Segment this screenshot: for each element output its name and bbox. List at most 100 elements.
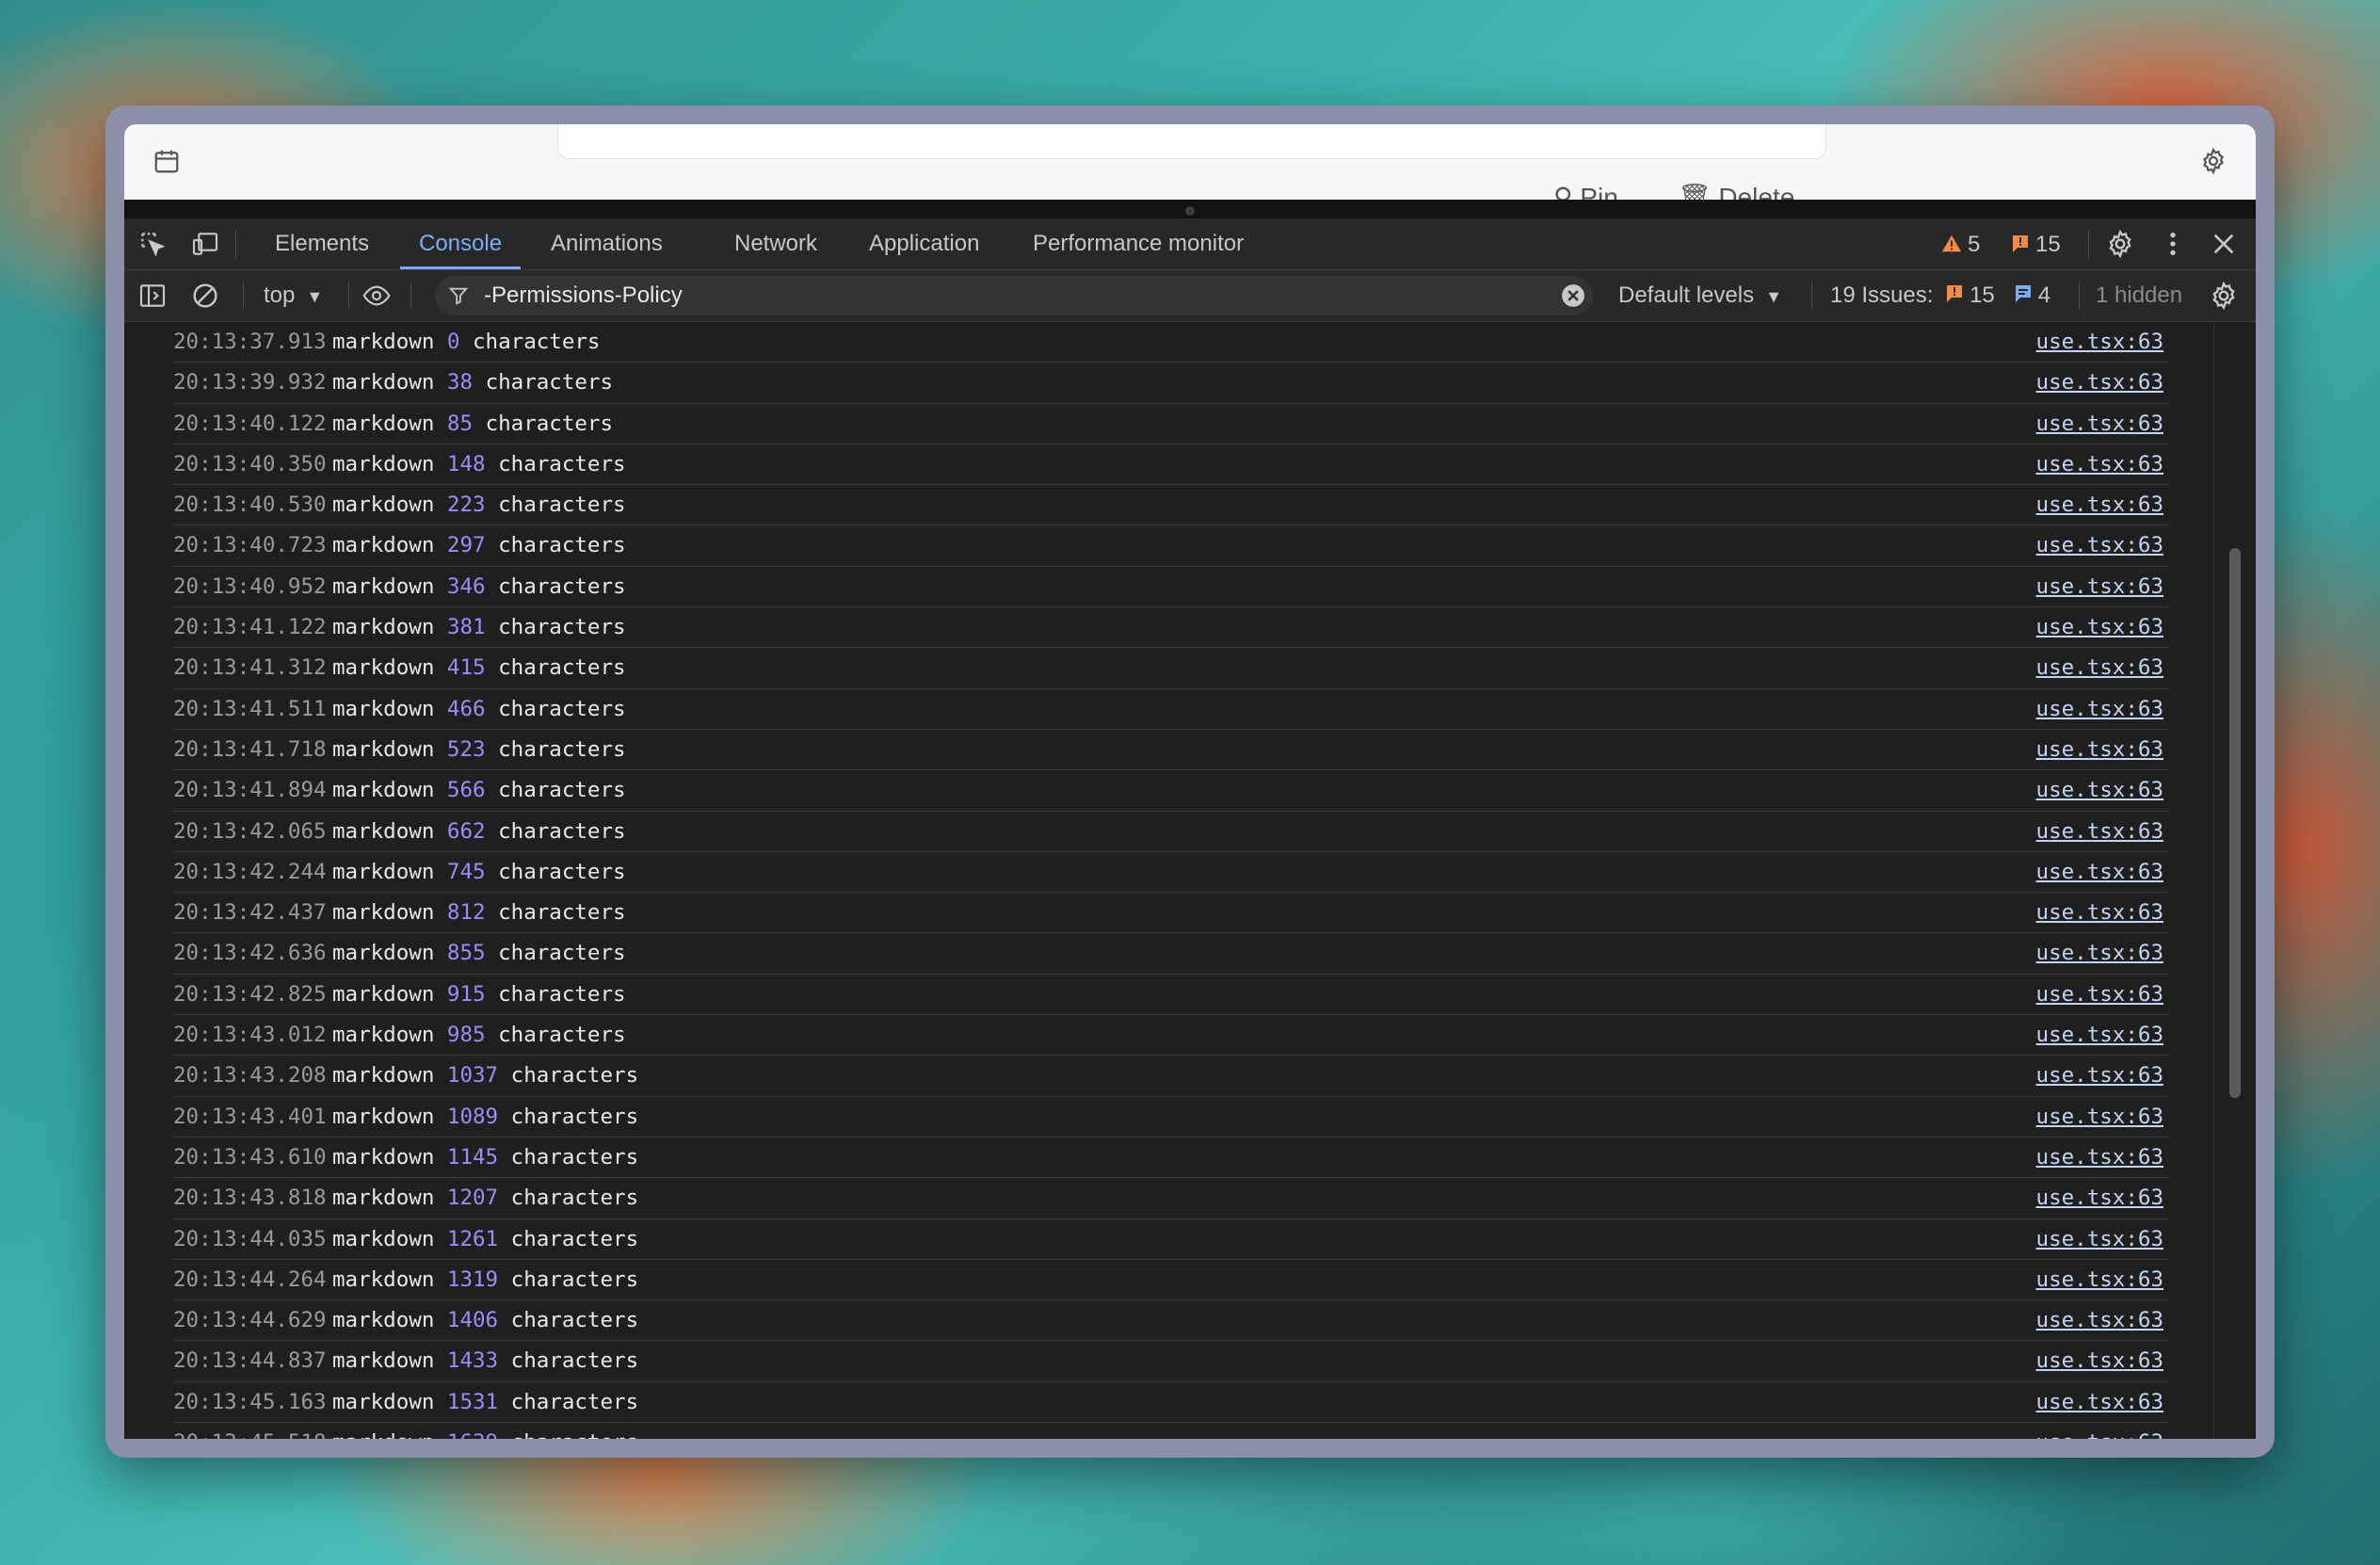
source-link[interactable]: use.tsx:63 [2036, 1015, 2163, 1055]
source-link[interactable]: use.tsx:63 [2036, 607, 2163, 647]
delete-button[interactable]: 🗑 Delete [1678, 179, 1794, 200]
app-top-bar: ⚲ Pin 🗑 Delete [124, 124, 2256, 200]
console-message: 20:13:45.163 markdown 1531 characters use.… [173, 1382, 2169, 1424]
gear-icon[interactable] [2209, 281, 2239, 311]
close-icon[interactable] [2209, 229, 2239, 259]
source-link[interactable]: use.tsx:63 [2036, 975, 2163, 1014]
log-count: 0 [446, 330, 460, 354]
timestamp: 20:13:42.636 [173, 941, 327, 966]
more-vertical-icon[interactable] [2158, 229, 2188, 259]
separator [348, 282, 349, 310]
log-unit: characters [498, 900, 626, 926]
clear-filter-icon[interactable] [1561, 283, 1585, 308]
hidden-count[interactable]: 1 hidden [2096, 270, 2182, 321]
source-link[interactable]: use.tsx:63 [2036, 1423, 2163, 1439]
tab-performance-monitor[interactable]: Performance monitor [1033, 218, 1244, 269]
log-unit: characters [498, 451, 626, 476]
console-toolbar: top ▼ -Permissions-Policy Default levels ▼… [124, 270, 2256, 322]
log-unit: characters [485, 370, 614, 395]
timestamp: 20:13:44.837 [173, 1348, 327, 1374]
source-link[interactable]: use.tsx:63 [2036, 812, 2163, 851]
log-unit: characters [498, 818, 626, 844]
timestamp: 20:13:42.437 [173, 900, 327, 926]
tab-network[interactable]: Network [734, 218, 817, 269]
source-link[interactable]: use.tsx:63 [2036, 322, 2163, 362]
log-count: 1145 [446, 1144, 499, 1170]
source-link[interactable]: use.tsx:63 [2036, 525, 2163, 565]
source-link[interactable]: use.tsx:63 [2036, 404, 2163, 444]
source-link[interactable]: use.tsx:63 [2036, 1260, 2163, 1299]
device-toolbar-icon[interactable] [190, 229, 220, 259]
calendar-icon[interactable] [153, 147, 181, 175]
warning-icon [1941, 234, 1962, 252]
log-count: 346 [446, 573, 486, 599]
inspect-element-icon[interactable] [137, 229, 168, 259]
timestamp: 20:13:44.629 [173, 1308, 327, 1333]
tab-animations[interactable]: Animations [551, 218, 663, 269]
source-link[interactable]: use.tsx:63 [2036, 852, 2163, 892]
log-levels-dropdown[interactable]: Default levels ▼ [1618, 270, 1782, 321]
pin-label: Pin [1580, 183, 1618, 200]
source-link[interactable]: use.tsx:63 [2036, 485, 2163, 524]
clear-console-icon[interactable] [190, 281, 220, 311]
source-link[interactable]: use.tsx:63 [2036, 730, 2163, 769]
log-unit: characters [510, 1063, 639, 1089]
separator [235, 230, 236, 258]
eye-icon[interactable] [362, 281, 392, 311]
console-output[interactable]: 20:13:37.913 markdown 0 characters use.tsx… [124, 322, 2256, 1439]
source-link[interactable]: use.tsx:63 [2036, 567, 2163, 606]
source-link[interactable]: use.tsx:63 [2036, 1382, 2163, 1422]
source-link[interactable]: use.tsx:63 [2036, 1137, 2163, 1177]
timestamp: 20:13:45.518 [173, 1423, 327, 1439]
warnings-badge[interactable]: 5 [1941, 218, 1980, 269]
issues-label: 19 Issues: [1830, 282, 1934, 308]
log-count: 985 [446, 1023, 486, 1048]
source-link[interactable]: use.tsx:63 [2036, 770, 2163, 810]
gear-icon[interactable] [2105, 229, 2135, 259]
source-link[interactable]: use.tsx:63 [2036, 1300, 2163, 1340]
source-link[interactable]: use.tsx:63 [2036, 363, 2163, 402]
source-link[interactable]: use.tsx:63 [2036, 1097, 2163, 1137]
scrollbar-thumb[interactable] [2229, 548, 2241, 1098]
log-message: markdown 1089 characters [332, 1097, 638, 1137]
tab-elements[interactable]: Elements [275, 218, 369, 269]
pin-button[interactable]: ⚲ Pin [1553, 179, 1618, 200]
panel-resize-handle[interactable] [124, 200, 2256, 218]
log-word: markdown [332, 533, 435, 558]
scrollbar[interactable] [2213, 322, 2256, 1439]
top-input-strip[interactable] [557, 124, 1826, 159]
separator [243, 282, 244, 310]
console-message: 20:13:41.718 markdown 523 characters use.t… [173, 730, 2169, 771]
log-count: 1089 [446, 1104, 499, 1129]
errors-badge[interactable]: 15 [2011, 218, 2061, 269]
tab-application[interactable]: Application [869, 218, 979, 269]
source-link[interactable]: use.tsx:63 [2036, 1178, 2163, 1218]
context-selector[interactable]: top ▼ [264, 270, 323, 321]
timestamp: 20:13:43.401 [173, 1104, 327, 1129]
timestamp: 20:13:41.511 [173, 696, 327, 721]
tab-console[interactable]: Console [399, 218, 522, 269]
issues-counter[interactable]: 19 Issues: 15 4 [1830, 270, 2064, 321]
console-filter-input[interactable]: -Permissions-Policy [435, 276, 1593, 315]
log-unit: characters [485, 411, 614, 436]
source-link[interactable]: use.tsx:63 [2036, 648, 2163, 687]
source-link[interactable]: use.tsx:63 [2036, 1219, 2163, 1259]
levels-label: Default levels [1618, 282, 1755, 308]
log-message: markdown 1037 characters [332, 1056, 638, 1095]
source-link[interactable]: use.tsx:63 [2036, 1056, 2163, 1095]
log-count: 1207 [446, 1186, 499, 1211]
log-unit: characters [498, 696, 626, 721]
separator [2088, 230, 2089, 258]
log-word: markdown [332, 1267, 435, 1292]
gear-icon[interactable] [2199, 147, 2227, 175]
source-link[interactable]: use.tsx:63 [2036, 689, 2163, 729]
source-link[interactable]: use.tsx:63 [2036, 444, 2163, 484]
log-word: markdown [332, 370, 435, 395]
console-message: 20:13:42.244 markdown 745 characters use.t… [173, 852, 2169, 894]
source-link[interactable]: use.tsx:63 [2036, 893, 2163, 932]
source-link[interactable]: use.tsx:63 [2036, 933, 2163, 973]
log-message: markdown 566 characters [332, 770, 626, 810]
log-message: markdown 1261 characters [332, 1219, 638, 1259]
source-link[interactable]: use.tsx:63 [2036, 1341, 2163, 1380]
sidebar-toggle-icon[interactable] [137, 281, 168, 311]
